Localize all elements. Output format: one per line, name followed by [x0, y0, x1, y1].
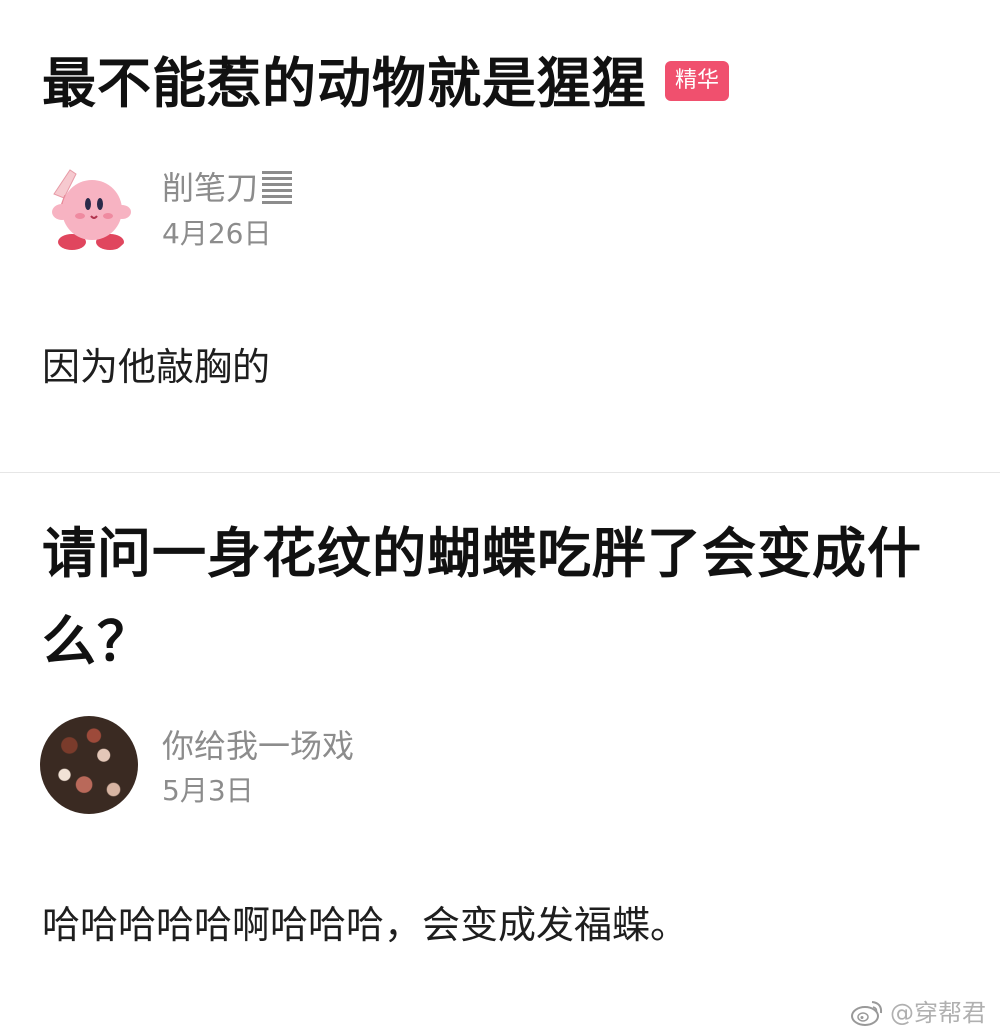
watermark: @穿帮君 — [850, 998, 986, 1028]
post-date: 4月26日 — [162, 217, 272, 250]
post-body: 哈哈哈哈哈啊哈哈哈，会变成发福蝶。 — [42, 903, 689, 947]
menu-lines-icon — [262, 171, 293, 204]
weibo-icon — [851, 1001, 883, 1026]
post-body: 因为他敲胸的 — [42, 345, 271, 389]
featured-badge: 精华 — [665, 61, 730, 102]
watermark-text: @穿帮君 — [890, 999, 986, 1027]
post-date: 5月3日 — [162, 774, 254, 807]
post-card[interactable]: 最不能惹的动物就是猩猩 精华 削笔刀 4月26日 因为他敲胸的 — [0, 0, 1000, 472]
kirby-avatar-icon[interactable] — [40, 160, 138, 258]
post-title-text[interactable]: 最不能惹的动物就是猩猩 — [42, 52, 647, 115]
author-name[interactable]: 削笔刀 — [162, 166, 293, 210]
post-title[interactable]: 请问一身花纹的蝴蝶吃胖了会变成什么？ — [42, 510, 940, 686]
post-card[interactable]: 请问一身花纹的蝴蝶吃胖了会变成什么？ 你给我一场戏 5月3日 哈哈哈哈哈啊哈哈哈… — [0, 473, 1000, 1034]
floral-avatar-icon[interactable] — [40, 716, 138, 814]
post-title[interactable]: 最不能惹的动物就是猩猩 精华 — [42, 40, 940, 128]
author-name[interactable]: 你给我一场戏 — [162, 724, 354, 768]
